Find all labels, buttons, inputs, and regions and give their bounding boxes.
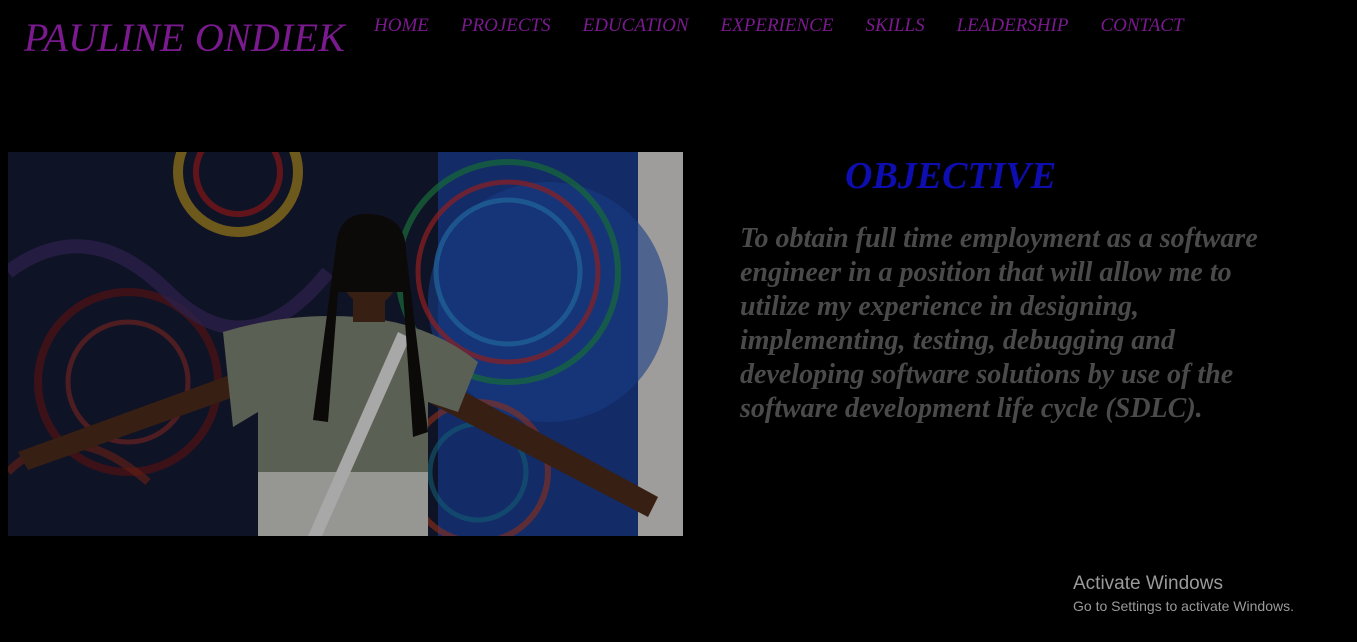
nav-link-projects[interactable]: PROJECTS (461, 14, 551, 38)
site-name: PAULINE ONDIEK (24, 15, 345, 60)
objective-title: OBJECTIVE (845, 155, 1057, 197)
objective-text: To obtain full time employment as a soft… (740, 223, 1258, 424)
activate-windows-title: Activate Windows (1073, 573, 1223, 594)
activate-windows-subtitle: Go to Settings to activate Windows. (1073, 598, 1294, 614)
profile-photo (8, 152, 683, 536)
main-nav: HOME PROJECTS EDUCATION EXPERIENCE SKILL… (374, 14, 1184, 38)
activate-windows-watermark: Activate Windows Go to Settings to activ… (1073, 572, 1294, 616)
nav-link-skills[interactable]: SKILLS (865, 14, 924, 38)
nav-link-leadership[interactable]: LEADERSHIP (957, 14, 1069, 38)
nav-link-education[interactable]: EDUCATION (583, 14, 689, 38)
nav-link-home[interactable]: HOME (374, 14, 429, 38)
nav-link-contact[interactable]: CONTACT (1100, 14, 1183, 38)
nav-link-experience[interactable]: EXPERIENCE (721, 14, 834, 38)
